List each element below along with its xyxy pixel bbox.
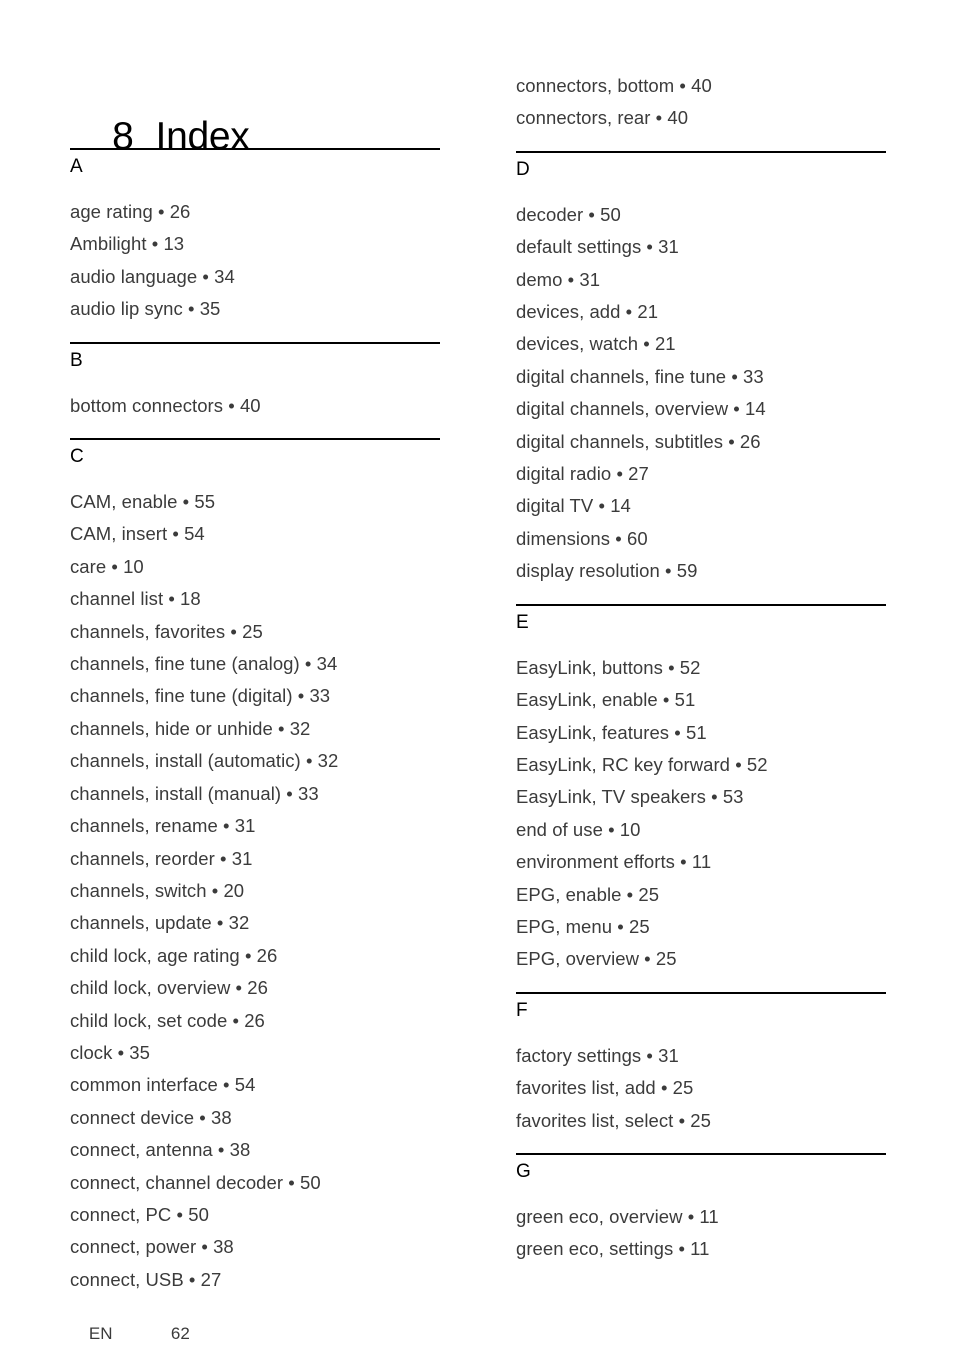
index-entry: green eco, overview • 11 [516, 1205, 719, 1227]
index-entry: factory settings • 31 [516, 1044, 679, 1066]
index-entry: EPG, menu • 25 [516, 915, 650, 937]
index-entry: digital radio • 27 [516, 463, 649, 485]
section-letter: F [516, 999, 528, 1021]
index-entry: channels, fine tune (digital) • 33 [70, 685, 331, 707]
index-entry: CAM, insert • 54 [70, 523, 205, 545]
index-entry: child lock, overview • 26 [70, 977, 268, 999]
index-entry: demo • 31 [516, 268, 601, 290]
index-entry: channels, install (manual) • 33 [70, 782, 319, 804]
section-letter: B [70, 349, 83, 371]
index-entry: green eco, settings • 11 [516, 1238, 710, 1260]
index-entry: end of use • 10 [516, 818, 641, 840]
index-entry: channels, hide or unhide • 32 [70, 717, 311, 739]
index-entry: connect, USB • 27 [70, 1268, 222, 1290]
index-page: 8 Index Aage rating • 26 Ambilight • 13 aud… [0, 0, 954, 1354]
section-entry-list: factory settings • 31 favorites list, add… [516, 1040, 886, 1137]
footer-language: EN [88, 1324, 113, 1343]
section-entry-list: green eco, overview • 11 green eco, setti… [516, 1201, 886, 1266]
index-entry: favorites list, add • 25 [516, 1077, 694, 1099]
section-letter: C [70, 446, 84, 468]
index-entry: channels, update • 32 [70, 912, 250, 934]
index-entry: child lock, age rating • 26 [70, 944, 278, 966]
section-entry-list: decoder • 50 default settings • 31 demo • … [516, 199, 886, 588]
index-entry: age rating • 26 [70, 201, 191, 222]
index-entry: EasyLink, RC key forward • 52 [516, 753, 768, 775]
index-entry: channels, switch • 20 [70, 879, 245, 901]
index-entry: dimensions • 60 [516, 527, 648, 549]
index-entry: channels, favorites • 25 [70, 620, 263, 642]
index-entry: default settings • 31 [516, 236, 679, 258]
section-entry-list: bottom connectors • 40 [70, 390, 440, 422]
index-entry: EPG, enable • 25 [516, 883, 660, 905]
index-column-left: Aage rating • 26 Ambilight • 13 audio lang… [70, 70, 440, 1296]
index-entry: digital channels, overview • 14 [516, 398, 766, 420]
index-entry: connect, antenna • 38 [70, 1139, 251, 1161]
index-entry: EasyLink, features • 51 [516, 721, 707, 743]
index-entry: devices, add • 21 [516, 301, 659, 323]
index-entry: channels, install (automatic) • 32 [70, 750, 339, 772]
index-entry: care • 10 [70, 555, 144, 577]
index-entry: CAM, enable • 55 [70, 491, 216, 513]
index-entry: channel list • 18 [70, 588, 201, 610]
index-entry: digital channels, subtitles • 26 [516, 430, 761, 452]
section-letter: A [70, 156, 83, 177]
index-entry: devices, watch • 21 [516, 333, 676, 355]
section-letter: E [516, 611, 529, 633]
index-entry: channels, rename • 31 [70, 815, 256, 837]
index-entry: bottom connectors • 40 [70, 394, 261, 416]
index-entry: child lock, set code • 26 [70, 1009, 265, 1031]
index-entry: environment efforts • 11 [516, 851, 712, 873]
index-entry: clock • 35 [70, 1041, 150, 1063]
index-entry: favorites list, select • 25 [516, 1109, 711, 1131]
index-entry: channels, reorder • 31 [70, 847, 253, 869]
index-entry: decoder • 50 [516, 203, 621, 225]
section-entry-list: age rating • 26 Ambilight • 13 audio langu… [70, 196, 440, 326]
index-entry: EasyLink, TV speakers • 53 [516, 786, 744, 808]
section-letter: D [516, 158, 530, 180]
index-entry: channels, fine tune (analog) • 34 [70, 653, 338, 675]
column-content: Aage rating • 26 Ambilight • 13 audio lang… [70, 70, 440, 1296]
section-entry-list: CAM, enable • 55 CAM, insert • 54 care • 1… [70, 486, 440, 1296]
index-entry: digital TV • 14 [516, 495, 631, 517]
index-entry: common interface • 54 [70, 1074, 256, 1096]
index-entry: digital channels, fine tune • 33 [516, 365, 764, 387]
page-footer: EN 62 [70, 1304, 190, 1354]
index-entry: connect, power • 38 [70, 1236, 234, 1258]
index-entry: connectors, bottom • 40 [516, 75, 712, 96]
column-content: connectors, bottom • 40 connectors, rear … [516, 70, 886, 1266]
index-entry: EasyLink, enable • 51 [516, 689, 696, 711]
index-entry: audio lip sync • 35 [70, 298, 221, 320]
index-entry: connect device • 38 [70, 1106, 232, 1128]
index-entry: connectors, rear • 40 [516, 107, 689, 129]
index-column-right: connectors, bottom • 40 connectors, rear … [516, 70, 886, 1266]
section-letter: G [516, 1160, 531, 1182]
index-entry: EasyLink, buttons • 52 [516, 656, 701, 678]
footer-page-number: 62 [170, 1324, 190, 1343]
index-entry: EPG, overview • 25 [516, 948, 677, 970]
index-entry: connect, channel decoder • 50 [70, 1171, 321, 1193]
section-entry-list: EasyLink, buttons • 52 EasyLink, enable •… [516, 652, 886, 976]
index-entry: audio language • 34 [70, 265, 235, 287]
index-entry: display resolution • 59 [516, 560, 698, 582]
index-entry: Ambilight • 13 [70, 233, 185, 255]
index-entry: connect, PC • 50 [70, 1203, 209, 1225]
